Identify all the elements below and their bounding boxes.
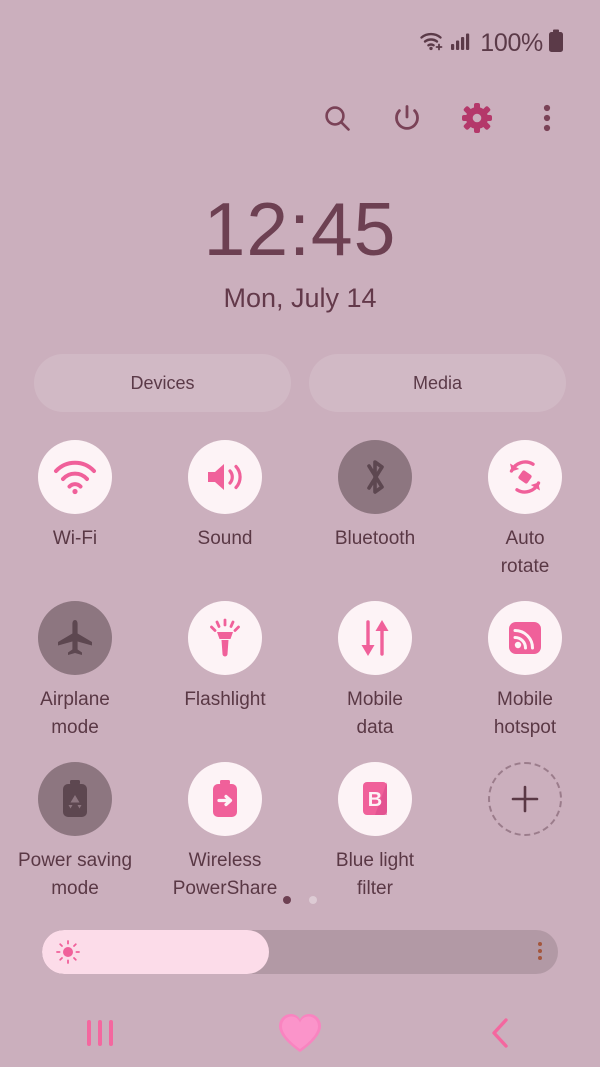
tile-airplane-mode[interactable]: Airplane mode	[0, 601, 150, 742]
wifi-icon[interactable]	[38, 440, 112, 514]
tile-row: Wi-Fi Sound Bluetooth Auto rotate	[0, 440, 600, 581]
tile-label: Wireless PowerShare	[172, 850, 278, 899]
devices-media-row: Devices Media	[34, 354, 566, 412]
battery-full-icon	[548, 29, 564, 58]
page-dot-inactive[interactable]	[309, 896, 317, 904]
settings-gear-icon[interactable]	[460, 101, 494, 135]
clock-area: 12:45 Mon, July 14	[0, 186, 600, 316]
svg-text:B: B	[368, 789, 382, 811]
brightness-sun-icon	[56, 940, 80, 964]
wireless-powershare-icon[interactable]	[188, 762, 262, 836]
tile-label: Power saving mode	[17, 850, 133, 899]
sound-speaker-icon[interactable]	[188, 440, 262, 514]
tile-mobile-data[interactable]: Mobile data	[300, 601, 450, 742]
power-icon[interactable]	[390, 101, 424, 135]
tile-label: Mobile data	[347, 689, 403, 738]
tile-flashlight[interactable]: Flashlight	[150, 601, 300, 742]
quick-settings-tile-grid: Wi-Fi Sound Bluetooth Auto rotate Airpla…	[0, 440, 600, 909]
tile-label: Flashlight	[184, 689, 266, 710]
back-chevron-icon[interactable]	[400, 999, 600, 1067]
recents-icon[interactable]	[0, 999, 200, 1067]
auto-rotate-icon[interactable]	[488, 440, 562, 514]
brightness-options-icon[interactable]	[538, 942, 542, 960]
cellular-signal-icon	[450, 30, 472, 57]
battery-percent-label: 100%	[480, 28, 543, 57]
tile-add-button[interactable]	[450, 762, 600, 903]
flashlight-icon[interactable]	[188, 601, 262, 675]
devices-pill[interactable]: Devices	[34, 354, 291, 412]
tile-label: Mobile hotspot	[493, 689, 557, 738]
blue-light-filter-icon[interactable]: B	[338, 762, 412, 836]
tile-bluetooth[interactable]: Bluetooth	[300, 440, 450, 581]
bluetooth-icon[interactable]	[338, 440, 412, 514]
more-options-icon[interactable]	[530, 101, 564, 135]
wifi-icon	[419, 30, 445, 57]
brightness-slider[interactable]	[42, 930, 558, 974]
status-bar: 100%	[0, 0, 600, 86]
tile-label: Bluetooth	[334, 528, 416, 549]
page-dot-active[interactable]	[283, 896, 291, 904]
tile-row: Power saving mode Wireless PowerShare B …	[0, 762, 600, 903]
tile-wireless-powershare[interactable]: Wireless PowerShare	[150, 762, 300, 903]
tile-label: Airplane mode	[40, 689, 110, 738]
add-tile-icon[interactable]	[488, 762, 562, 836]
mobile-data-icon[interactable]	[338, 601, 412, 675]
search-icon[interactable]	[320, 101, 354, 135]
tile-sound[interactable]: Sound	[150, 440, 300, 581]
tile-power-saving-mode[interactable]: Power saving mode	[0, 762, 150, 903]
home-heart-icon[interactable]	[200, 999, 400, 1067]
media-pill[interactable]: Media	[309, 354, 566, 412]
navigation-bar	[0, 999, 600, 1067]
tile-blue-light-filter[interactable]: B Blue light filter	[300, 762, 450, 903]
tile-label: Sound	[197, 528, 253, 549]
tile-wifi[interactable]: Wi-Fi	[0, 440, 150, 581]
clock-date: Mon, July 14	[223, 283, 377, 313]
tile-label: Wi-Fi	[52, 528, 98, 549]
quick-settings-panel: 100% 12:45 Mon, July 14 Devices Media Wi…	[0, 0, 600, 1067]
clock-time[interactable]: 12:45	[0, 186, 600, 272]
power-saving-icon[interactable]	[38, 762, 112, 836]
tile-auto-rotate[interactable]: Auto rotate	[450, 440, 600, 581]
tile-label: Auto rotate	[500, 528, 550, 577]
page-indicator	[0, 896, 600, 904]
tile-row: Airplane mode Flashlight Mobile data Mob…	[0, 601, 600, 742]
tile-label: Blue light filter	[335, 850, 415, 899]
airplane-icon[interactable]	[38, 601, 112, 675]
mobile-hotspot-icon[interactable]	[488, 601, 562, 675]
header-icon-row	[0, 90, 600, 146]
tile-mobile-hotspot[interactable]: Mobile hotspot	[450, 601, 600, 742]
